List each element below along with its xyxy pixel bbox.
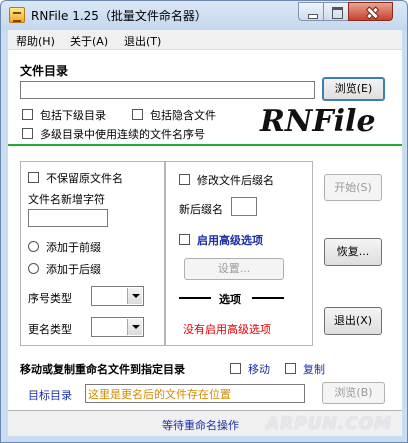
add-prefix-radio[interactable] (28, 241, 39, 252)
modify-ext-checkbox[interactable] (179, 174, 190, 185)
seq-type-label: 序号类型 (28, 292, 72, 305)
maximize-button[interactable] (323, 2, 349, 21)
add-suffix-label: 添加于后缀 (46, 263, 101, 276)
close-button[interactable] (348, 2, 393, 21)
extension-options-group (165, 161, 313, 346)
copy-label: 复制 (303, 363, 325, 376)
browse-target-button[interactable]: 浏览(B) (322, 382, 385, 404)
chevron-down-icon (127, 288, 142, 304)
browse-directory-button[interactable]: 浏览(E) (322, 77, 385, 101)
restore-button[interactable]: 恢复... (324, 238, 382, 266)
options-status: 没有启用高级选项 (183, 323, 271, 336)
include-hidden-label: 包括隐含文件 (150, 109, 216, 122)
chevron-down-icon (127, 319, 142, 335)
options-title: 选项 (219, 293, 241, 306)
window-title: RNFile 1.25（批量文件命名器） (31, 9, 207, 23)
copy-checkbox[interactable] (285, 363, 296, 374)
watermark: ARPUN.COM (266, 414, 393, 434)
client-area: 帮助(H) 关于(A) 退出(T) 文件目录 浏览(E) 包括下级目录 包括隐含… (8, 30, 402, 436)
exit-button[interactable]: 退出(X) (324, 307, 382, 335)
target-dir-label: 目标目录 (28, 389, 72, 402)
status-bar: 等待重命名操作 ARPUN.COM (8, 410, 402, 436)
directory-section-label: 文件目录 (20, 64, 69, 78)
keep-original-checkbox[interactable] (28, 172, 39, 183)
directory-path-input[interactable] (20, 81, 315, 99)
rename-type-label: 更名类型 (28, 323, 72, 336)
start-button[interactable]: 开始(S) (324, 174, 382, 201)
include-subdirs-label: 包括下级目录 (40, 109, 106, 122)
rename-type-select[interactable] (91, 317, 144, 337)
settings-button[interactable]: 设置... (184, 258, 284, 280)
menu-help[interactable]: 帮助(H) (16, 33, 55, 49)
include-hidden-checkbox[interactable] (132, 109, 143, 120)
add-suffix-radio[interactable] (28, 263, 39, 274)
app-window: RNFile 1.25（批量文件命名器） 帮助(H) 关于(A) 退出(T) 文… (0, 0, 408, 443)
target-dir-placeholder: 这里是更名后的文件存在位置 (88, 388, 231, 401)
move-label: 移动 (248, 363, 270, 376)
move-checkbox[interactable] (230, 363, 241, 374)
keep-original-label: 不保留原文件名 (46, 172, 123, 185)
new-chars-label: 文件名新增字符 (28, 193, 105, 206)
seq-type-select[interactable] (91, 286, 144, 306)
continuous-numbering-checkbox[interactable] (22, 128, 33, 139)
title-bar: RNFile 1.25（批量文件命名器） (1, 1, 407, 30)
menu-about[interactable]: 关于(A) (70, 33, 108, 49)
menu-bar: 帮助(H) 关于(A) 退出(T) (8, 30, 402, 50)
section-divider (8, 144, 402, 146)
new-ext-input[interactable] (231, 197, 257, 216)
enable-advanced-label: 启用高级选项 (197, 234, 263, 247)
options-title-rule-left (179, 297, 211, 299)
continuous-numbering-label: 多级目录中使用连续的文件名序号 (40, 128, 205, 141)
modify-ext-label: 修改文件后缀名 (197, 174, 274, 187)
app-icon (9, 7, 25, 23)
move-copy-title: 移动或复制重命名文件到指定目录 (20, 363, 185, 376)
include-subdirs-checkbox[interactable] (22, 109, 33, 120)
status-text: 等待重命名操作 (162, 419, 239, 432)
rnfile-logo: RNFile (259, 105, 376, 137)
new-ext-label: 新后缀名 (179, 203, 223, 216)
enable-advanced-checkbox[interactable] (179, 234, 190, 245)
menu-exit[interactable]: 退出(T) (124, 33, 161, 49)
add-prefix-label: 添加于前缀 (46, 241, 101, 254)
minimize-button[interactable] (298, 2, 324, 21)
rnfile-logo-text: RNFile (259, 105, 376, 137)
new-chars-input[interactable] (28, 209, 108, 227)
options-title-rule-right (252, 297, 284, 299)
target-dir-input[interactable]: 这里是更名后的文件存在位置 (85, 384, 305, 403)
